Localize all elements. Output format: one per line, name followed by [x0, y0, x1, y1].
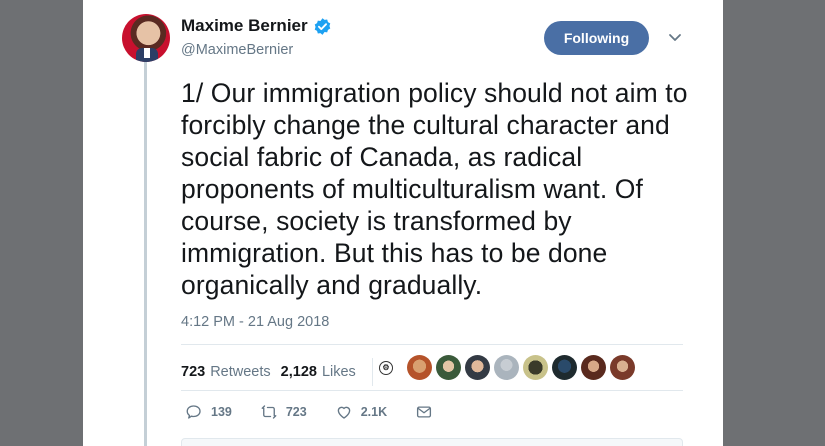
chevron-down-icon[interactable] — [666, 28, 684, 46]
avatar[interactable] — [122, 14, 170, 62]
stats-separator — [371, 358, 373, 386]
tweet-timestamp[interactable]: 4:12 PM - 21 Aug 2018 — [181, 314, 329, 330]
retweets-stat[interactable]: 723 Retweets — [181, 364, 271, 380]
retweet-count: 723 — [285, 405, 307, 419]
liker-avatar[interactable] — [552, 355, 577, 380]
name-row: Maxime Bernier — [181, 16, 332, 36]
liker-avatar[interactable] — [407, 355, 432, 380]
reply-count: 139 — [211, 405, 232, 419]
liker-avatar[interactable] — [436, 355, 461, 380]
reply-icon — [186, 405, 201, 419]
likes-stat[interactable]: 2,128 Likes — [281, 364, 356, 380]
likes-label: Likes — [321, 364, 356, 380]
user-handle[interactable]: @MaximeBernier — [181, 42, 293, 58]
heart-icon — [337, 406, 351, 419]
like-button[interactable]: 2.1K — [335, 403, 387, 421]
retweet-icon — [261, 405, 277, 419]
reply-input[interactable] — [181, 438, 683, 446]
tweet-card: Maxime Bernier @MaximeBernier Following … — [83, 0, 723, 446]
retweets-count: 723 — [181, 364, 206, 380]
divider — [181, 344, 683, 345]
likes-count: 2,128 — [280, 364, 317, 380]
liker-avatar[interactable] — [465, 355, 490, 380]
thread-line — [144, 62, 147, 446]
envelope-icon — [417, 406, 432, 418]
verified-badge-icon — [314, 17, 330, 35]
retweet-button[interactable]: 723 — [260, 403, 307, 421]
like-count: 2.1K — [360, 405, 388, 419]
liker-logo-icon[interactable]: ⚙ — [379, 360, 393, 375]
divider — [181, 390, 683, 391]
reply-button[interactable]: 139 — [185, 403, 232, 421]
tweet-text: 1/ Our immigration policy should not aim… — [181, 78, 688, 300]
liker-avatar[interactable] — [581, 355, 606, 380]
tweet-actions: 139 723 2.1K — [185, 403, 469, 421]
direct-message-button[interactable] — [415, 403, 441, 421]
retweets-label: Retweets — [210, 364, 271, 380]
liker-avatar[interactable] — [610, 355, 635, 380]
liker-avatar[interactable] — [494, 355, 519, 380]
liker-avatar[interactable] — [523, 355, 548, 380]
following-button[interactable]: Following — [544, 21, 649, 55]
tweet-stats: 723 Retweets 2,128 Likes — [181, 358, 385, 386]
display-name[interactable]: Maxime Bernier — [181, 16, 308, 36]
likers-avatars: ⚙ — [379, 355, 639, 380]
